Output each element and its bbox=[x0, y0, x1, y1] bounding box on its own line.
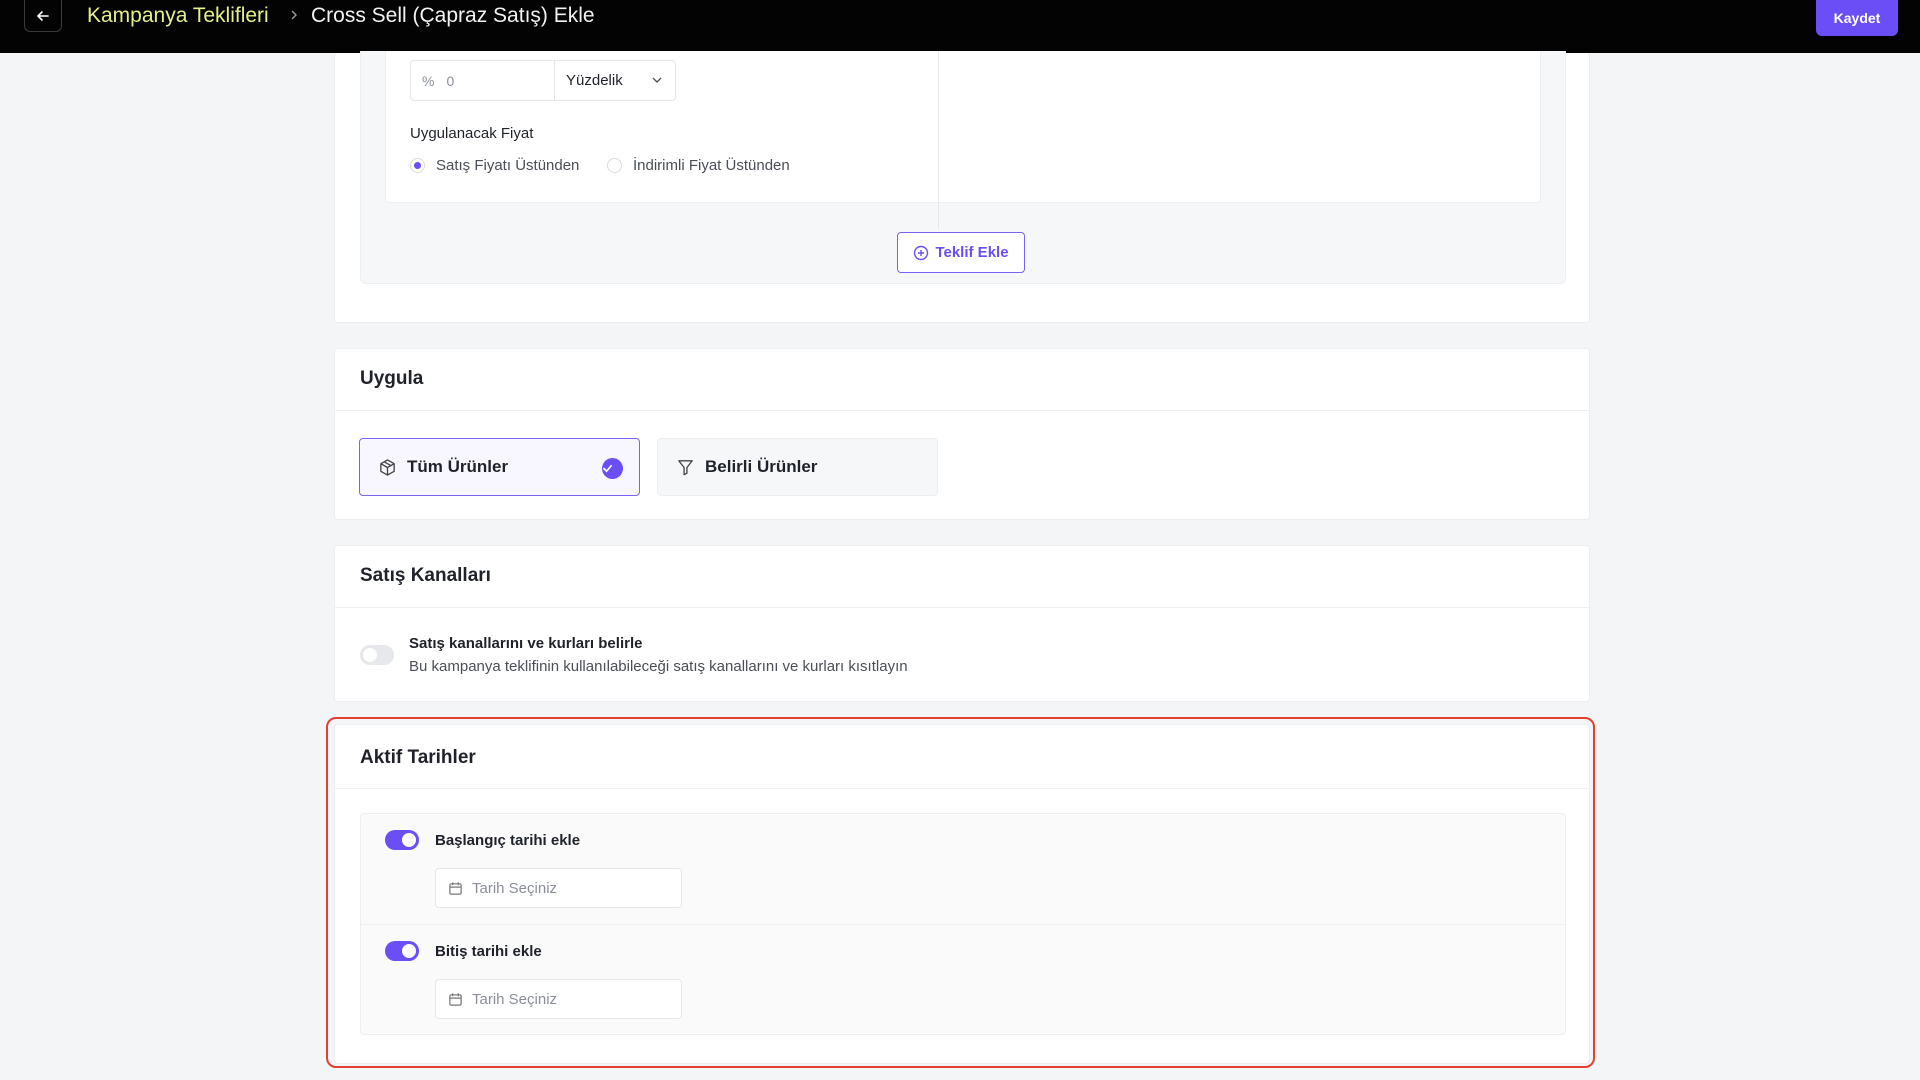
start-date-toggle[interactable] bbox=[385, 830, 419, 850]
radio-indicator[interactable] bbox=[607, 158, 622, 173]
box-icon bbox=[380, 458, 395, 476]
calendar-icon bbox=[449, 881, 462, 895]
option-label: Belirli Ürünler bbox=[705, 457, 818, 476]
add-offer-label: Teklif Ekle bbox=[935, 244, 1009, 261]
back-button[interactable] bbox=[24, 0, 62, 32]
chevron-down-icon bbox=[652, 77, 662, 83]
apply-title: Uygula bbox=[360, 368, 424, 389]
divider bbox=[335, 410, 1589, 411]
divider bbox=[335, 607, 1589, 608]
active-dates-card: Aktif Tarihler Başlangıç tarihi ekle Tar… bbox=[334, 724, 1590, 1064]
sales-channels-title: Satış Kanalları bbox=[360, 565, 491, 586]
radio-sale-price[interactable]: Satış Fiyatı Üstünden bbox=[410, 157, 579, 174]
plus-circle-icon bbox=[914, 245, 929, 260]
percent-symbol: % bbox=[422, 72, 435, 89]
add-offer-button[interactable]: Teklif Ekle bbox=[897, 232, 1025, 273]
option-label: Tüm Ürünler bbox=[407, 457, 509, 476]
discount-value-input[interactable]: % 0 bbox=[410, 60, 555, 101]
end-date-placeholder: Tarih Seçiniz bbox=[472, 990, 558, 1008]
radio-label: İndirimli Fiyat Üstünden bbox=[633, 157, 790, 174]
price-label: Uygulanacak Fiyat bbox=[410, 125, 534, 142]
active-dates-title: Aktif Tarihler bbox=[360, 747, 476, 768]
offer-card: % 0 Yüzdelik Uygulanacak Fiyat Satış Fiy… bbox=[334, 51, 1590, 323]
start-date-label: Başlangıç tarihi ekle bbox=[435, 832, 581, 849]
arrow-left-icon bbox=[37, 10, 49, 21]
end-date-input[interactable]: Tarih Seçiniz bbox=[435, 979, 682, 1019]
page-title: Cross Sell (Çapraz Satış) Ekle bbox=[311, 4, 595, 27]
start-date-input[interactable]: Tarih Seçiniz bbox=[435, 868, 682, 908]
end-date-toggle[interactable] bbox=[385, 941, 419, 961]
date-settings-group: Başlangıç tarihi ekle Tarih Seçiniz Biti… bbox=[360, 813, 1566, 1035]
apply-card: Uygula Tüm Ürünler Belirli Ürünler bbox=[334, 348, 1590, 520]
radio-label: Satış Fiyatı Üstünden bbox=[436, 157, 580, 174]
end-date-label: Bitiş tarihi ekle bbox=[435, 943, 542, 960]
column-divider bbox=[938, 51, 939, 229]
save-button[interactable]: Kaydet bbox=[1816, 0, 1898, 36]
option-all-products[interactable]: Tüm Ürünler bbox=[359, 438, 640, 496]
discount-type-select[interactable]: Yüzdelik bbox=[554, 60, 676, 101]
check-icon bbox=[602, 458, 623, 479]
chevron-right-icon bbox=[289, 8, 299, 26]
sales-channels-card: Satış Kanalları Satış kanallarını ve kur… bbox=[334, 545, 1590, 702]
sales-channels-toggle-desc: Bu kampanya teklifinin kullanılabileceği… bbox=[409, 658, 908, 675]
start-date-placeholder: Tarih Seçiniz bbox=[472, 879, 558, 897]
offer-item: % 0 Yüzdelik Uygulanacak Fiyat Satış Fiy… bbox=[385, 51, 1541, 203]
divider bbox=[361, 924, 1565, 925]
radio-indicator[interactable] bbox=[410, 158, 425, 173]
top-bar: Kampanya Teklifleri Cross Sell (Çapraz S… bbox=[0, 0, 1920, 53]
discount-type-value: Yüzdelik bbox=[566, 72, 623, 89]
divider bbox=[335, 788, 1589, 789]
radio-discounted-price[interactable]: İndirimli Fiyat Üstünden bbox=[607, 157, 790, 174]
sales-channels-toggle[interactable] bbox=[360, 645, 394, 665]
filter-icon bbox=[678, 459, 693, 475]
breadcrumb-parent[interactable]: Kampanya Teklifleri bbox=[87, 4, 269, 28]
sales-channels-toggle-title: Satış kanallarını ve kurları belirle bbox=[409, 635, 643, 652]
option-specific-products[interactable]: Belirli Ürünler bbox=[657, 438, 938, 496]
discount-value: 0 bbox=[446, 72, 455, 89]
calendar-icon bbox=[449, 992, 462, 1006]
